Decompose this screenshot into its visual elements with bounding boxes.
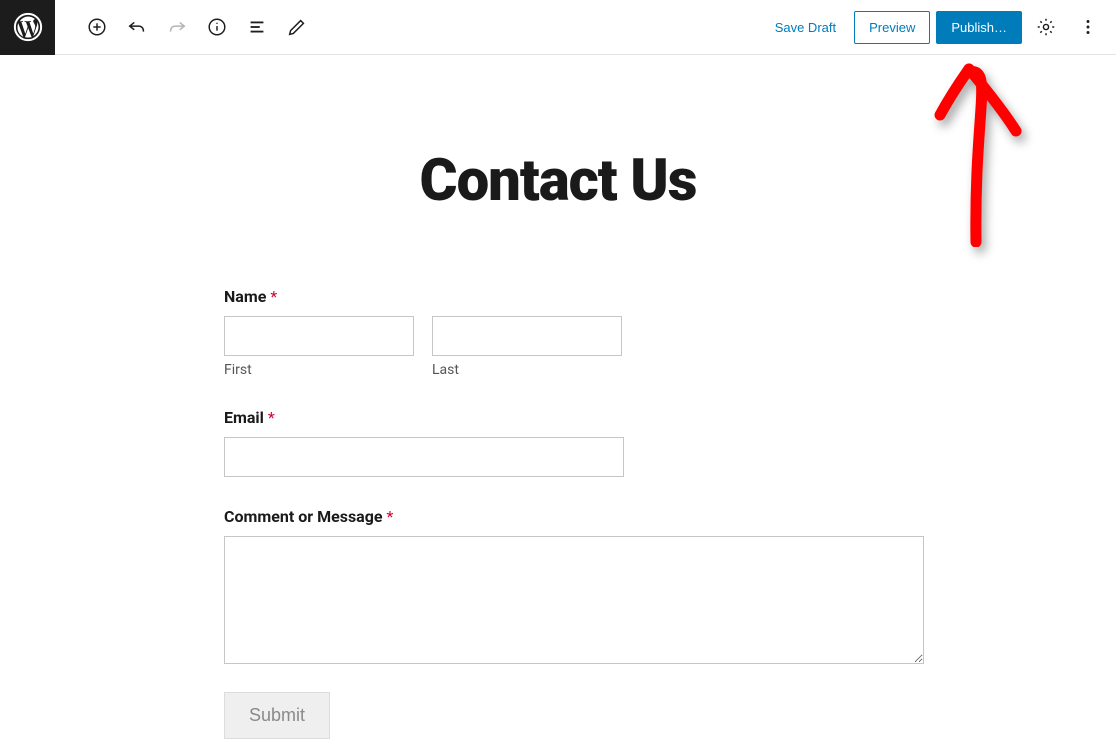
undo-icon: [126, 16, 148, 38]
more-options-button[interactable]: [1070, 9, 1106, 45]
settings-button[interactable]: [1028, 9, 1064, 45]
last-name-sublabel: Last: [432, 362, 622, 378]
editor-canvas: Contact Us Name * First Last Email *: [0, 55, 1116, 750]
email-input[interactable]: [224, 437, 624, 477]
gear-icon: [1035, 16, 1057, 38]
message-block: Comment or Message *: [224, 507, 924, 668]
editor-toolbar: Save Draft Preview Publish…: [0, 0, 1116, 55]
required-asterisk: *: [387, 507, 394, 526]
contact-form: Name * First Last Email * Comment or M: [224, 287, 924, 739]
name-row: First Last: [224, 316, 924, 378]
name-field-label: Name *: [224, 287, 924, 306]
email-field-label: Email *: [224, 408, 924, 427]
first-name-input[interactable]: [224, 316, 414, 356]
outline-button[interactable]: [239, 9, 275, 45]
redo-icon: [166, 16, 188, 38]
edit-button[interactable]: [279, 9, 315, 45]
plus-circle-icon: [86, 16, 108, 38]
message-textarea[interactable]: [224, 536, 924, 664]
undo-button[interactable]: [119, 9, 155, 45]
wordpress-icon: [13, 12, 43, 42]
required-asterisk: *: [270, 287, 277, 306]
dots-vertical-icon: [1077, 16, 1099, 38]
first-name-sublabel: First: [224, 362, 414, 378]
info-button[interactable]: [199, 9, 235, 45]
info-icon: [206, 16, 228, 38]
add-block-button[interactable]: [79, 9, 115, 45]
toolbar-left-group: [55, 9, 315, 45]
pencil-icon: [286, 16, 308, 38]
name-label-text: Name: [224, 287, 266, 306]
outline-icon: [246, 16, 268, 38]
last-name-input[interactable]: [432, 316, 622, 356]
redo-button[interactable]: [159, 9, 195, 45]
message-field-label: Comment or Message *: [224, 507, 924, 526]
wordpress-logo[interactable]: [0, 0, 55, 55]
required-asterisk: *: [268, 408, 275, 427]
toolbar-right-group: Save Draft Preview Publish…: [763, 9, 1116, 45]
email-label-text: Email: [224, 408, 264, 427]
publish-button[interactable]: Publish…: [936, 11, 1022, 44]
preview-button[interactable]: Preview: [854, 11, 930, 44]
email-block: Email *: [224, 408, 924, 477]
save-draft-button[interactable]: Save Draft: [763, 12, 848, 43]
message-label-text: Comment or Message: [224, 507, 383, 526]
page-title[interactable]: Contact Us: [0, 55, 1116, 215]
submit-button[interactable]: Submit: [224, 692, 330, 739]
